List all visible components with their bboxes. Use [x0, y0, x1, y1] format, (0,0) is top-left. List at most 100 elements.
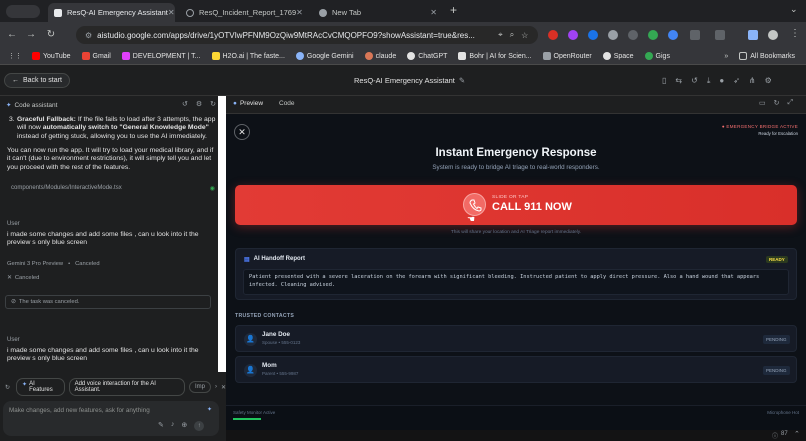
bridge-status-sub: Ready for Escalation: [758, 131, 798, 136]
bookmark-star-icon[interactable]: ☆: [521, 31, 528, 40]
settings-icon[interactable]: ⚙: [765, 76, 772, 86]
bookmark-development[interactable]: DEVELOPMENT | T...: [121, 52, 201, 60]
refresh-icon[interactable]: ↻: [210, 100, 216, 108]
device-icon[interactable]: ▯: [662, 76, 666, 86]
bookmark-gemini[interactable]: Google Gemini: [295, 52, 354, 60]
apps-grid-icon[interactable]: ⋮⋮: [8, 52, 22, 60]
contact-name: Jane Doe: [262, 331, 290, 338]
preview-pane: ● Preview Code ▭ ↻ ⤢ ✕ ● EMERGENCY BRIDG…: [226, 96, 806, 441]
close-tab-icon[interactable]: ✕: [296, 8, 303, 17]
file-chip[interactable]: components/Modules/InteractiveMode.tsx ◉: [5, 181, 219, 195]
close-tab-icon[interactable]: ✕: [430, 8, 437, 17]
app-title-text: ResQ-AI Emergency Assistant: [354, 76, 455, 85]
address-bar[interactable]: ⚙ aistudio.google.com/apps/drive/1yOTVIw…: [76, 26, 538, 44]
history-icon[interactable]: ↺: [691, 76, 698, 86]
pending-badge: PENDING: [763, 366, 790, 375]
back-arrow-icon[interactable]: ←: [5, 28, 19, 42]
zoom-icon[interactable]: ⌕: [510, 30, 514, 40]
bookmark-chatgpt[interactable]: ChatGPT: [407, 52, 447, 60]
x-icon: ✕: [7, 275, 12, 281]
chip-voice[interactable]: Add voice interaction for the AI Assista…: [68, 378, 185, 396]
back-to-start-button[interactable]: ← Back to start: [4, 73, 70, 88]
bookmark-label: Gigs: [655, 52, 670, 60]
tab-list-chevron-icon[interactable]: ⌄: [790, 4, 798, 15]
share-fork-icon[interactable]: ⇆: [675, 76, 682, 86]
split-view-icon[interactable]: [715, 30, 725, 40]
bookmarks-overflow-icon[interactable]: »: [724, 53, 728, 60]
tab-code[interactable]: Code: [279, 100, 295, 107]
add-icon[interactable]: ⊕: [181, 421, 187, 431]
download-icon[interactable]: [748, 30, 758, 40]
call-big-label: CALL 911 NOW: [492, 201, 572, 213]
bookmark-claude[interactable]: claude: [364, 52, 396, 60]
close-icon: ✕: [238, 127, 246, 137]
extension-pen-icon[interactable]: [628, 30, 638, 40]
back-label: Back to start: [23, 77, 62, 84]
download-icon[interactable]: ⤓: [707, 76, 711, 86]
zoom-value: 87: [781, 431, 788, 437]
chip-ai-features[interactable]: ✦ AI Features: [16, 378, 65, 396]
bookmark-youtube[interactable]: YouTube: [32, 52, 71, 60]
settings-icon[interactable]: ⚙: [196, 100, 202, 108]
extensions-puzzle-icon[interactable]: [690, 30, 700, 40]
device-toggle-icon[interactable]: ▭: [759, 99, 766, 107]
contact-card[interactable]: 👤 Jane Doe Spouse • 555-0123 PENDING: [235, 325, 797, 352]
chip-next-icon[interactable]: ›: [215, 384, 217, 390]
extension-green-icon[interactable]: [648, 30, 658, 40]
location-icon[interactable]: ⌖: [498, 30, 503, 40]
mic-icon[interactable]: ♪: [171, 421, 175, 431]
bookmark-space[interactable]: Space: [602, 52, 634, 60]
reload-icon[interactable]: ↻: [44, 28, 58, 42]
menu-kebab-icon[interactable]: ⋮: [790, 28, 800, 39]
reload-suggestions-icon[interactable]: ↻: [5, 384, 10, 391]
share-icon[interactable]: ⋔: [749, 76, 756, 86]
bookmark-bohr[interactable]: Bohr | AI for Scien...: [458, 52, 532, 60]
forward-arrow-icon[interactable]: →: [24, 28, 38, 42]
tab-incident-report[interactable]: ResQ_Incident_Report_1769 ✕: [180, 3, 308, 22]
tab-resq-assistant[interactable]: ResQ-AI Emergency Assistant ✕: [48, 3, 175, 22]
site-info-icon[interactable]: ⚙: [85, 31, 92, 40]
extension-purple-icon[interactable]: [568, 30, 578, 40]
fullscreen-icon[interactable]: ⤢: [788, 99, 794, 107]
tab-title: ResQ_Incident_Report_1769: [199, 8, 297, 17]
contact-card[interactable]: 👤 Mom Parent • 555-9987 PENDING: [235, 356, 797, 383]
github-icon[interactable]: ●: [719, 76, 724, 86]
contact-detail: Spouse • 555-0123: [262, 340, 301, 345]
close-tab-icon[interactable]: ✕: [168, 8, 175, 17]
gmail-icon: [81, 52, 90, 60]
user-avatar-icon: 👤: [244, 333, 257, 346]
history-icon[interactable]: ↺: [182, 100, 188, 108]
deploy-rocket-icon[interactable]: ➶: [733, 76, 740, 86]
bookmark-openrouter[interactable]: OpenRouter: [542, 52, 592, 60]
call-911-button[interactable]: SLIDE OR TAP CALL 911 NOW ☚: [235, 185, 797, 225]
new-tab-button[interactable]: +: [450, 3, 457, 17]
zoom-chevron-icon[interactable]: ⌃: [794, 430, 800, 438]
tab-title: ResQ-AI Emergency Assistant: [67, 8, 168, 17]
youtube-icon: [32, 52, 40, 60]
tab-new-tab[interactable]: New Tab ✕: [313, 3, 443, 22]
profile-avatar-icon[interactable]: [768, 30, 778, 40]
edit-pencil-icon[interactable]: ✎: [459, 76, 465, 85]
refresh-icon[interactable]: ↻: [774, 99, 780, 107]
zoom-indicator[interactable]: ⓘ 87: [772, 431, 788, 440]
bookmark-gigs[interactable]: Gigs: [644, 52, 670, 60]
close-circle-button[interactable]: ✕: [234, 124, 250, 140]
assistant-header: ✦ Code assistant: [6, 101, 57, 110]
extension-blue-icon[interactable]: [588, 30, 598, 40]
bookmark-gmail[interactable]: Gmail: [81, 52, 111, 60]
bohr-icon: [458, 52, 467, 60]
tab-preview[interactable]: ● Preview: [233, 100, 263, 107]
extension-red-icon[interactable]: [548, 30, 558, 40]
prompt-placeholder: Make changes, add new features, ask for …: [9, 407, 150, 414]
send-icon[interactable]: ↑: [194, 421, 205, 431]
chip-imp[interactable]: Imp: [188, 381, 211, 393]
tab-search-button[interactable]: [6, 5, 40, 18]
prompt-input[interactable]: Make changes, add new features, ask for …: [3, 401, 219, 436]
fallback-bold: automatically switch to "General Knowled…: [42, 124, 209, 132]
bookmark-h2o[interactable]: H2O.ai | The faste...: [211, 52, 285, 60]
extension-blue2-icon[interactable]: [668, 30, 678, 40]
extension-gray-icon[interactable]: [608, 30, 618, 40]
all-bookmarks[interactable]: All Bookmarks: [739, 52, 795, 60]
panel-scrollbar[interactable]: [218, 96, 226, 372]
edit-icon[interactable]: ✎: [158, 421, 164, 431]
